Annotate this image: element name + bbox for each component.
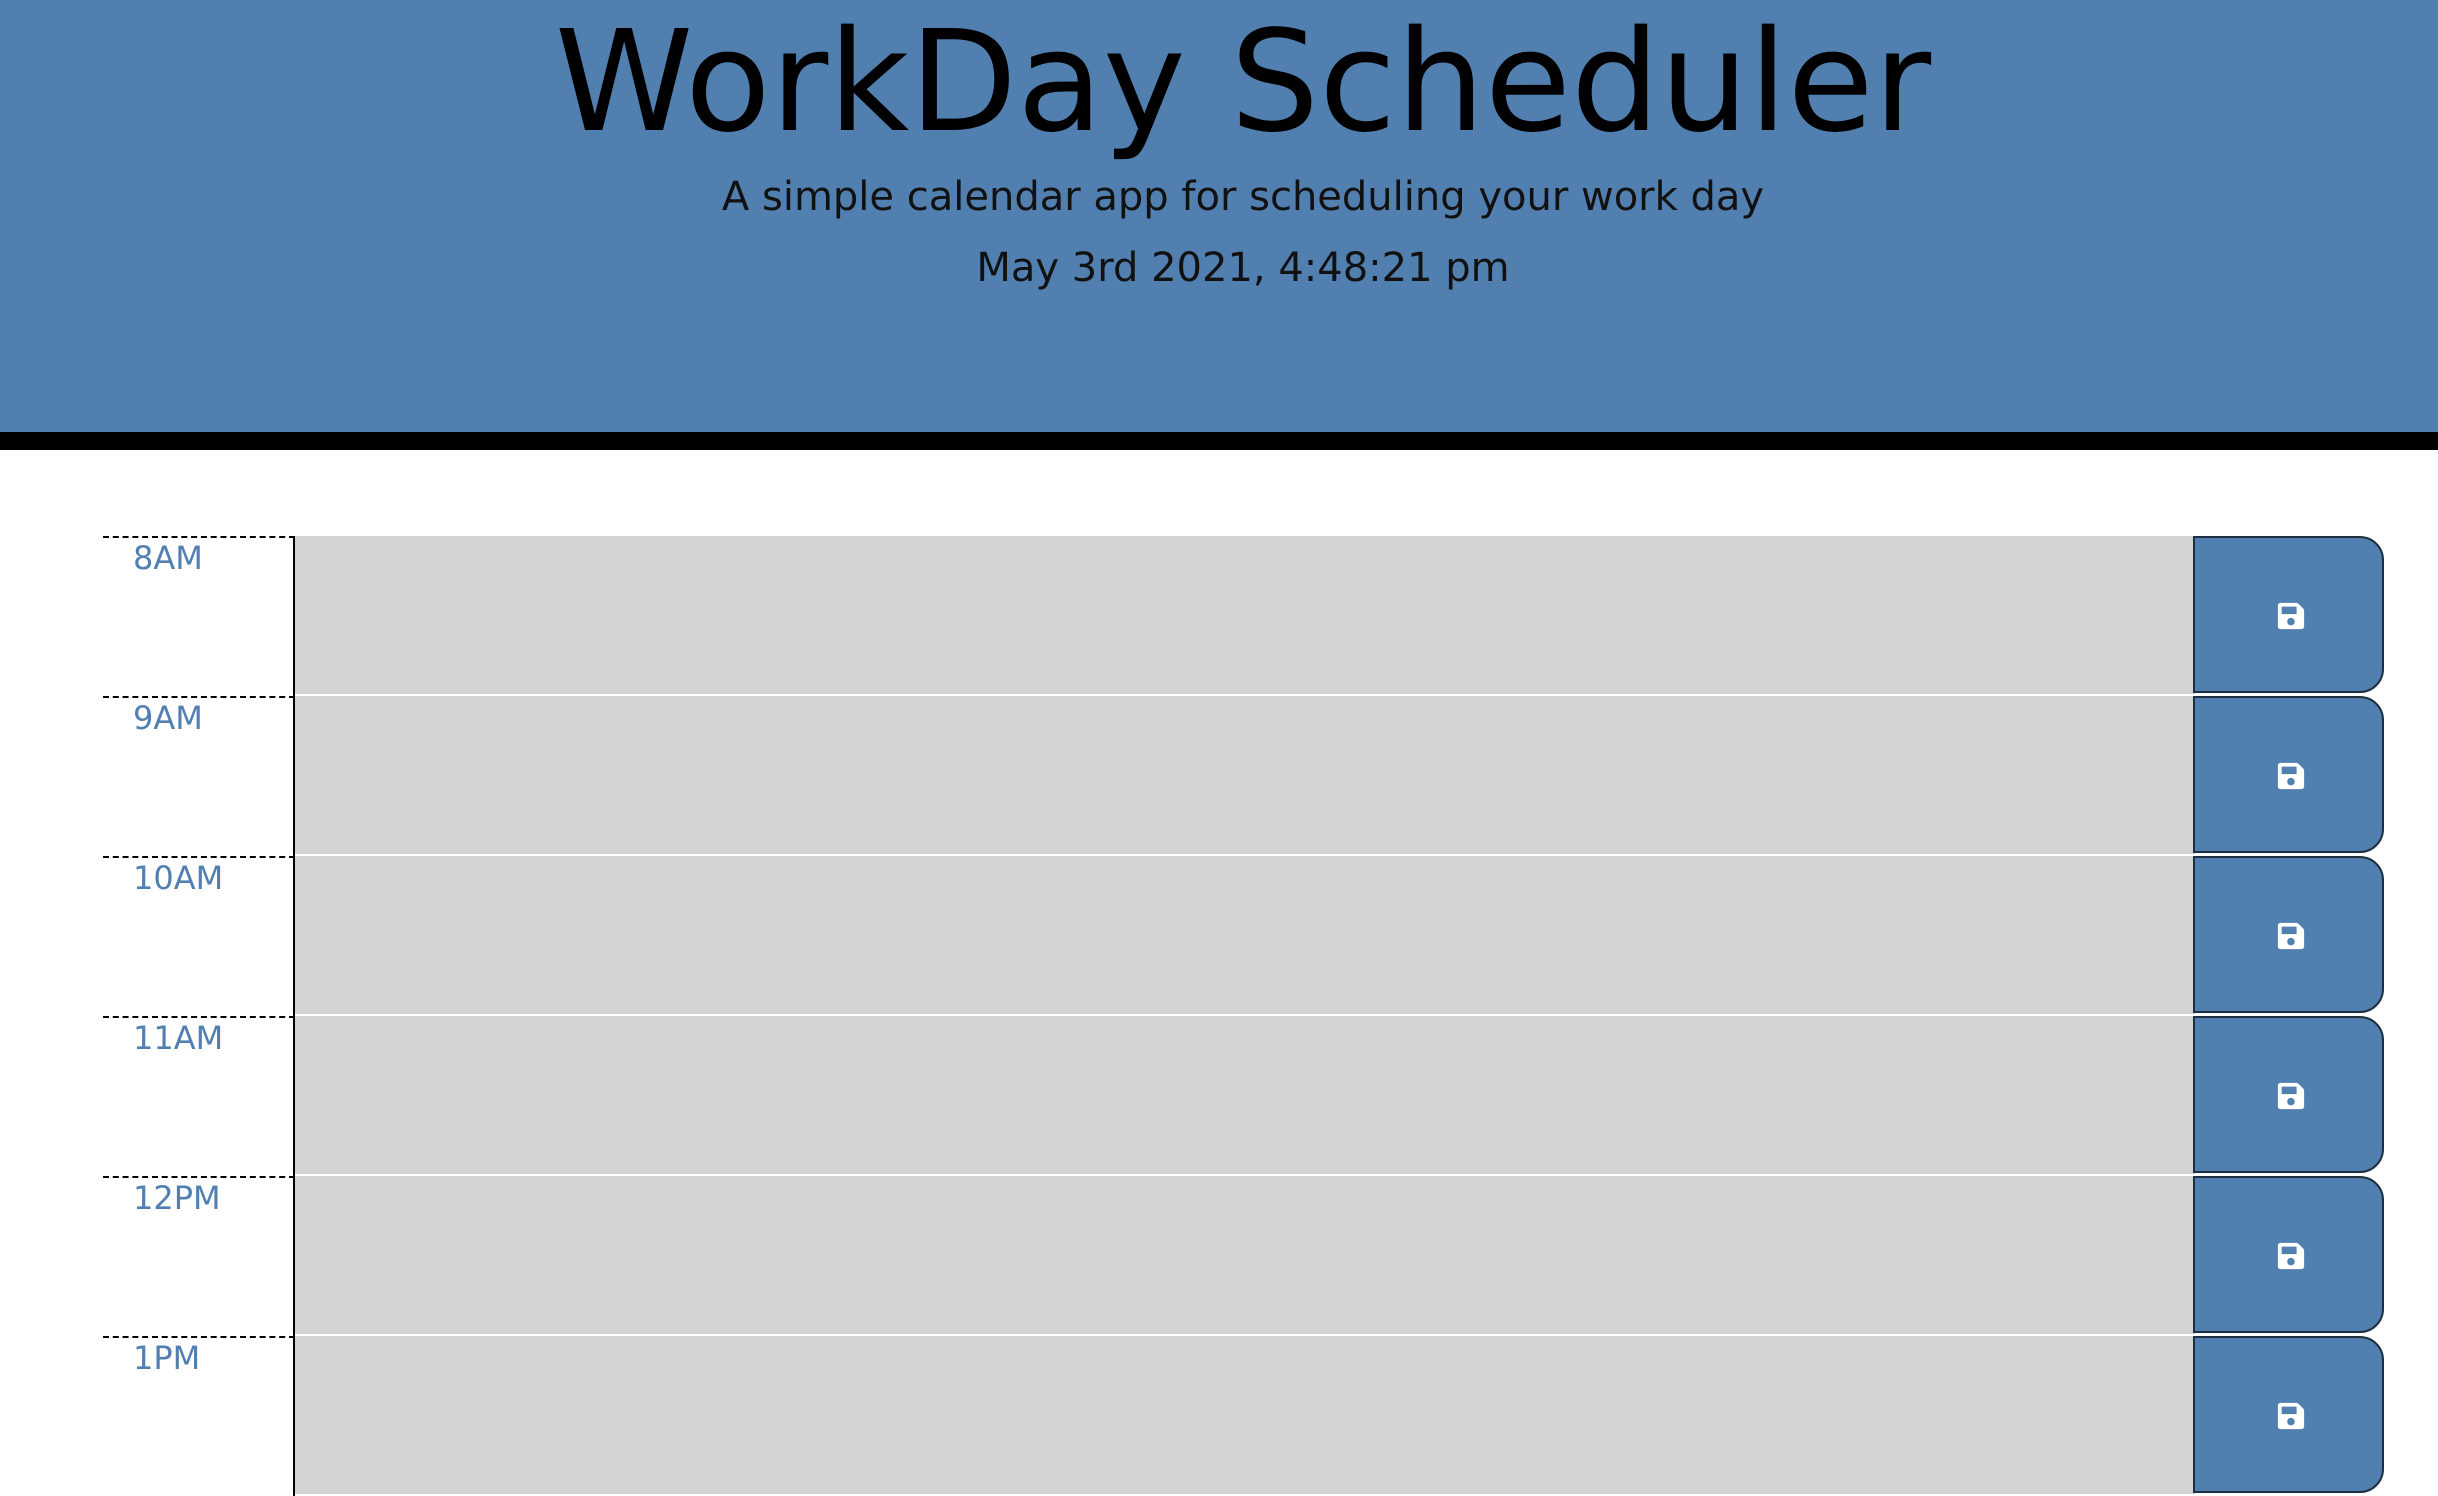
page-title: WorkDay Scheduler <box>554 1 1932 164</box>
time-block-row: 8AM <box>0 536 2438 696</box>
save-icon <box>2277 1402 2305 1430</box>
description-textarea[interactable] <box>295 856 2195 1016</box>
time-block-row: 1PM <box>0 1336 2438 1496</box>
save-icon <box>2277 1082 2305 1110</box>
description-textarea[interactable] <box>295 1336 2195 1496</box>
save-button[interactable] <box>2193 536 2384 693</box>
page-subtitle: A simple calendar app for scheduling you… <box>721 174 1765 220</box>
save-button[interactable] <box>2193 1336 2384 1493</box>
save-button[interactable] <box>2193 1176 2384 1333</box>
time-block-row: 9AM <box>0 696 2438 856</box>
save-icon <box>2277 922 2305 950</box>
time-block-row: 10AM <box>0 856 2438 1016</box>
description-textarea[interactable] <box>295 696 2195 856</box>
save-icon <box>2277 1242 2305 1270</box>
save-button[interactable] <box>2193 696 2384 853</box>
hour-label: 1PM <box>103 1336 295 1496</box>
description-textarea[interactable] <box>295 536 2195 696</box>
description-textarea[interactable] <box>295 1016 2195 1176</box>
header-jumbotron: WorkDay Scheduler A simple calendar app … <box>0 0 2438 450</box>
hour-label: 10AM <box>103 856 295 1016</box>
hour-label: 8AM <box>103 536 295 696</box>
time-blocks-container: 8AM 9AM 10AM 11AM 12PM 1PM <box>0 536 2438 1496</box>
time-block-row: 12PM <box>0 1176 2438 1336</box>
time-block-row: 11AM <box>0 1016 2438 1176</box>
hour-label: 9AM <box>103 696 295 856</box>
save-icon <box>2277 602 2305 630</box>
save-button[interactable] <box>2193 856 2384 1013</box>
save-icon <box>2277 762 2305 790</box>
description-textarea[interactable] <box>295 1176 2195 1336</box>
hour-label: 11AM <box>103 1016 295 1176</box>
save-button[interactable] <box>2193 1016 2384 1173</box>
current-day: May 3rd 2021, 4:48:21 pm <box>976 245 1510 291</box>
hour-label: 12PM <box>103 1176 295 1336</box>
